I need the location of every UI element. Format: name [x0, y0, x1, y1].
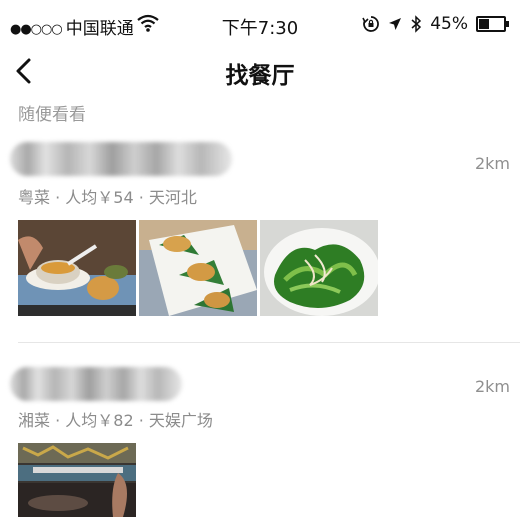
nav-bar: 找餐厅: [0, 48, 520, 94]
restaurant-meta: 粤菜 · 人均￥54 · 天河北: [18, 188, 197, 207]
restaurant-card[interactable]: 2km 粤菜 · 人均￥54 · 天河北: [0, 140, 520, 350]
orientation-lock-icon: [362, 16, 380, 32]
status-right-group: 45%: [362, 13, 509, 35]
food-photo-dish[interactable]: [18, 443, 136, 517]
restaurant-photos: [18, 220, 378, 316]
status-bar: ●●○○○ 中国联通 下午7:30 45%: [0, 0, 520, 48]
restaurant-distance: 2km: [474, 154, 510, 173]
page-title: 找餐厅: [225, 63, 295, 89]
restaurant-name-blurred[interactable]: [10, 367, 182, 401]
food-photo-greens[interactable]: [260, 220, 378, 316]
battery-icon: [476, 16, 509, 32]
restaurant-distance: 2km: [474, 377, 510, 396]
restaurant-meta: 湘菜 · 人均￥82 · 天娱广场: [18, 411, 213, 430]
section-label: 随便看看: [18, 105, 86, 125]
restaurant-name-blurred[interactable]: [10, 142, 232, 176]
battery-fill: [479, 19, 489, 29]
restaurant-photos: [18, 443, 136, 517]
battery-percent: 45%: [430, 14, 468, 34]
food-photo-soup-pastry[interactable]: [18, 220, 136, 316]
card-divider: [18, 342, 520, 343]
bluetooth-icon: [411, 15, 422, 33]
food-photo-dumplings[interactable]: [139, 220, 257, 316]
location-arrow-icon: [389, 18, 402, 30]
restaurant-card[interactable]: 2km 湘菜 · 人均￥82 · 天娱广场: [0, 365, 520, 517]
